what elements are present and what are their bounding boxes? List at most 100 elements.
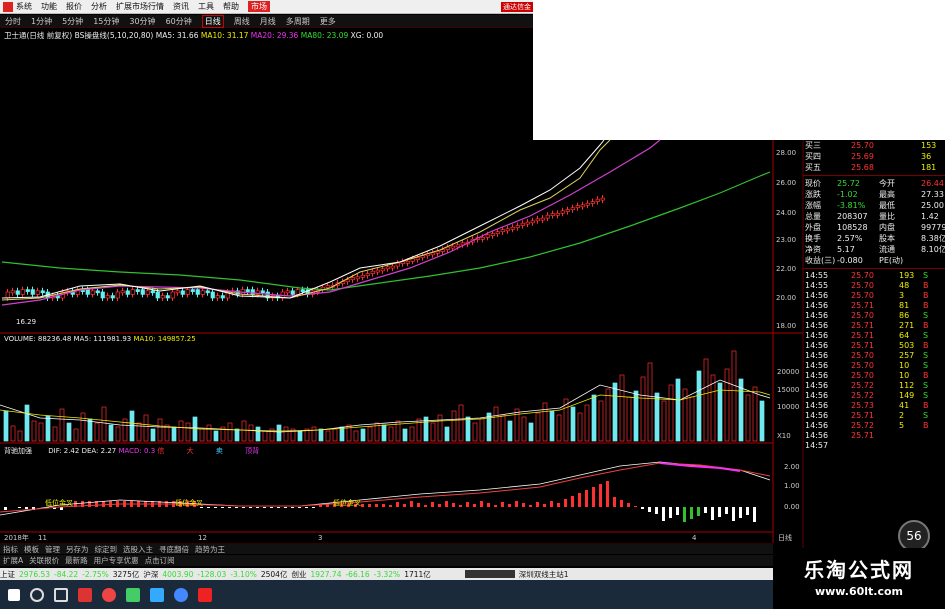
trade-price: 25.70 [851,311,874,320]
candle-body [295,289,300,295]
volume-bar [444,426,450,442]
dif-value: DIF: 2.42 [48,447,80,455]
price-tick: 18.00 [776,322,796,330]
info-value: 5.17 [837,245,855,254]
trade-price: 25.70 [851,281,874,290]
tab-trend[interactable]: 趋势为王 [195,544,225,555]
tab-pick[interactable]: 选股入主 [123,544,153,555]
cy-label: 创业 [291,569,307,579]
tick-trade-list[interactable]: 14:55 25.70 193 S 14:55 25.70 48 B 14:56 25.70 3 B 1… [803,271,945,451]
volume-bar [507,420,513,442]
tab-related[interactable]: 关联报价 [29,555,59,566]
macd-bar [242,507,245,508]
candle-body [130,289,135,295]
volume-bar [31,420,37,442]
windows-start-icon[interactable] [8,588,20,601]
app-music-icon[interactable] [102,587,116,602]
app-browser-icon[interactable] [174,587,188,602]
volume-bar [241,420,247,442]
trade-time: 14:56 [805,291,829,300]
tab-ext-a[interactable]: 扩展A [3,555,23,566]
trade-price: 25.72 [851,381,874,390]
candle-body [220,295,225,299]
app-netease-icon[interactable] [78,587,92,602]
info-value: 2.57% [837,234,863,243]
macd-bar [473,504,476,507]
candle-body [135,289,140,292]
bid-price: 25.69 [851,152,874,161]
candle-body [15,290,20,295]
tab-bind[interactable]: 综定到 [95,544,118,555]
tab-subscribe[interactable]: 点击订阅 [145,555,175,566]
candle-body [350,277,355,281]
hs-change: -128.03 [197,569,227,579]
tab-latest[interactable]: 最新路 [65,555,88,566]
macd-bar [207,507,210,508]
trade-row: 14:56 25.73 41 B [803,401,945,411]
volume-bar [689,396,695,442]
tab-indicator[interactable]: 指标 [3,544,18,555]
volume-bar [213,430,219,442]
macd-bar [102,501,105,507]
info-label: PE(动) [879,256,904,265]
server-name[interactable]: 深圳双线主站1 [519,569,569,580]
info-label: 现价 [805,179,821,188]
trade-volume: 10 [899,371,910,380]
app-cloud-icon[interactable] [150,587,164,602]
macd-bar [305,507,308,508]
volume-bar [3,410,9,442]
trade-direction: B [923,421,929,430]
macd-bar [18,507,21,508]
low-price-label: 16.29 [16,318,36,326]
trade-direction: S [923,381,929,390]
trade-row: 14:55 25.70 48 B [803,281,945,291]
trade-row: 14:56 25.71 81 B [803,301,945,311]
info-value: -3.81% [837,201,866,210]
candle-body [165,295,170,299]
macd-bar [235,507,238,508]
macd-bar [480,501,483,507]
volume-bar [276,424,282,442]
candle-body [490,233,495,236]
watermark-url: www.60lt.com [814,585,904,598]
macd-bar [256,507,259,508]
macd-bar [424,505,427,507]
volume-bar [367,426,373,442]
volume-bar [598,400,604,442]
watermark-title: 乐淘公式网 [804,558,914,582]
golden-cross-label: 低位金叉 [45,498,73,507]
candle-body [430,252,435,256]
task-view-icon[interactable] [54,587,68,602]
macd-bar [263,507,266,508]
search-icon[interactable] [30,587,44,602]
candle-body [110,295,115,299]
volume-bar [437,414,443,442]
candle-body [380,268,385,272]
macd-tick: 2.00 [784,463,800,471]
bid-price: 25.68 [851,163,874,172]
tab-manage[interactable]: 管理 [45,544,60,555]
volume-bar [584,404,590,442]
sh-percent: -2.75% [82,569,109,579]
macd-bar [389,505,392,507]
app-stock-icon[interactable] [198,587,212,602]
time-tick: 11 [38,534,47,542]
golden-cross-label: 低位金叉 [175,498,203,507]
candle-body [480,236,485,240]
trade-time: 14:55 [805,271,829,280]
trade-direction: S [923,391,929,400]
tab-bottom[interactable]: 寻底翻倍 [159,544,189,555]
trade-row: 14:56 25.72 149 S [803,391,945,401]
macd-tick: 1.00 [784,482,800,490]
candle-body [20,289,25,295]
price-tick: 26.00 [776,179,796,187]
windows-taskbar [0,580,773,609]
trade-time: 14:56 [805,411,829,420]
quote-panel: 买三 25.70 153 买四 25.69 36 买五 25.68 181 现价 25.72 今… [803,140,945,451]
app-green-icon[interactable] [126,587,140,602]
market-status-bar: 上证 2976.53 -84.22 -2.75% 3275亿 沪深 4003.9… [0,568,773,580]
tab-template[interactable]: 模板 [24,544,39,555]
tab-save-as[interactable]: 另存为 [66,544,89,555]
volume-bar [248,424,254,442]
tab-user-offer[interactable]: 用户专享优惠 [94,555,139,566]
